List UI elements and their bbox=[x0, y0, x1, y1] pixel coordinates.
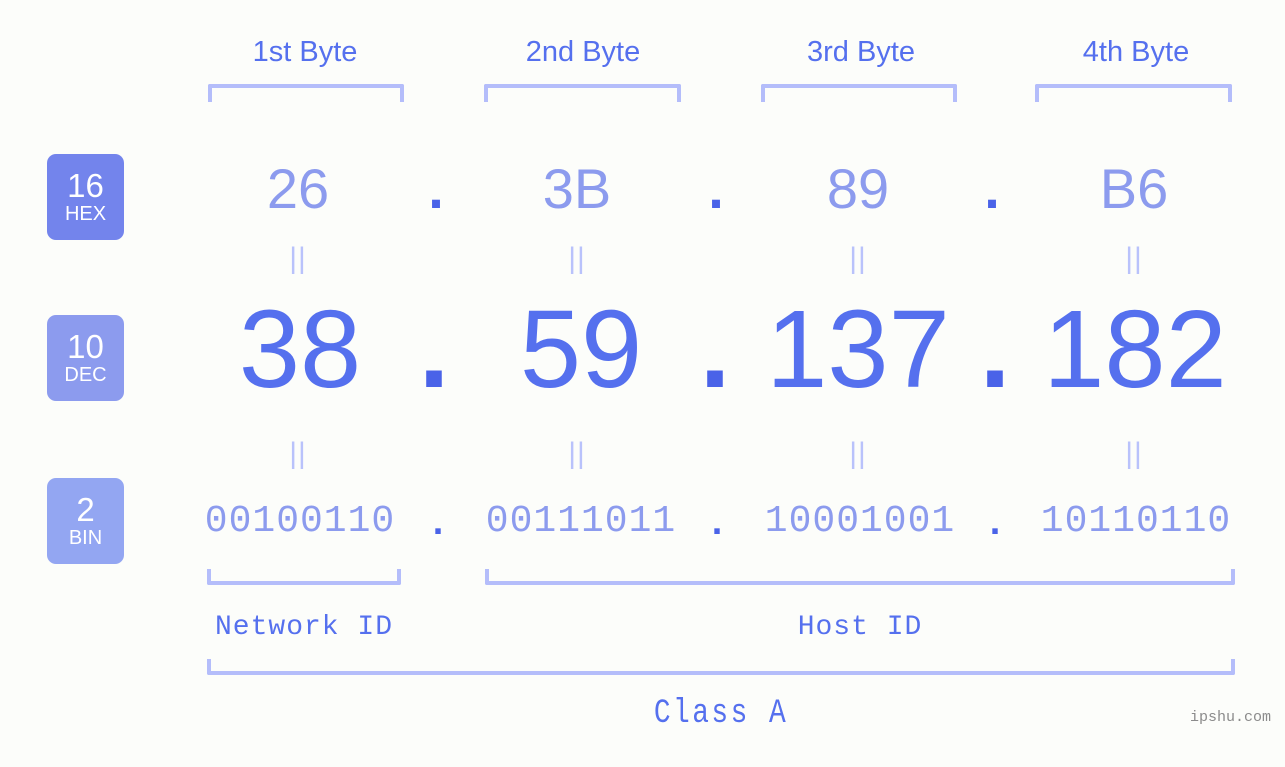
host-id-label: Host ID bbox=[797, 612, 923, 643]
base-badge-dec-number: 10 bbox=[67, 328, 104, 365]
dec-byte-1: 38 bbox=[238, 288, 362, 411]
byte-header-1: 1st Byte bbox=[252, 36, 358, 68]
byte-bracket-top-2 bbox=[484, 84, 681, 102]
network-id-label: Network ID bbox=[214, 612, 394, 643]
byte-bracket-top-1 bbox=[208, 84, 404, 102]
bin-byte-1: 00100110 bbox=[204, 500, 396, 543]
base-badge-hex: 16 HEX bbox=[47, 154, 124, 240]
network-id-bracket bbox=[207, 569, 401, 585]
byte-header-4: 4th Byte bbox=[1082, 36, 1190, 68]
bin-byte-3: 10001001 bbox=[764, 500, 956, 543]
base-badge-dec-name: DEC bbox=[64, 364, 107, 386]
equality-mark-hexdec-1: || bbox=[289, 242, 307, 275]
dec-byte-2: 59 bbox=[519, 288, 643, 411]
equality-mark-hexdec-2: || bbox=[568, 242, 586, 275]
dec-separator-1: . bbox=[418, 288, 450, 411]
byte-header-2: 2nd Byte bbox=[525, 36, 641, 68]
base-badge-bin: 2 BIN bbox=[47, 478, 124, 564]
byte-header-3: 3rd Byte bbox=[807, 36, 915, 68]
bin-byte-2: 00111011 bbox=[485, 500, 677, 543]
equality-mark-decbin-1: || bbox=[289, 437, 307, 470]
hex-separator-1: . bbox=[428, 157, 444, 220]
site-watermark: ipshu.com bbox=[1189, 709, 1271, 726]
bin-byte-4: 10110110 bbox=[1040, 500, 1232, 543]
base-badge-bin-name: BIN bbox=[68, 527, 103, 549]
hex-byte-3: 89 bbox=[826, 157, 890, 220]
host-id-bracket bbox=[485, 569, 1235, 585]
ip-address-breakdown-diagram: 1st Byte 2nd Byte 3rd Byte 4th Byte 16 H… bbox=[0, 0, 1285, 767]
hex-byte-1: 26 bbox=[266, 157, 330, 220]
equality-mark-decbin-3: || bbox=[849, 437, 867, 470]
hex-byte-4: B6 bbox=[1099, 157, 1169, 220]
bin-separator-3: . bbox=[989, 501, 1001, 543]
base-badge-dec: 10 DEC bbox=[47, 315, 124, 401]
base-badge-bin-number: 2 bbox=[76, 491, 95, 528]
hex-separator-3: . bbox=[984, 157, 1000, 220]
byte-bracket-top-3 bbox=[761, 84, 957, 102]
class-label: Class A bbox=[653, 695, 789, 733]
base-badge-hex-name: HEX bbox=[64, 203, 107, 225]
hex-separator-2: . bbox=[708, 157, 724, 220]
equality-mark-decbin-2: || bbox=[568, 437, 586, 470]
dec-byte-3: 137 bbox=[766, 288, 950, 411]
base-badge-hex-number: 16 bbox=[67, 167, 104, 204]
equality-mark-hexdec-3: || bbox=[849, 242, 867, 275]
bin-separator-2: . bbox=[711, 501, 723, 543]
hex-byte-2: 3B bbox=[542, 157, 612, 220]
equality-mark-hexdec-4: || bbox=[1125, 242, 1143, 275]
equality-mark-decbin-4: || bbox=[1125, 437, 1143, 470]
bin-separator-1: . bbox=[432, 501, 444, 543]
byte-bracket-top-4 bbox=[1035, 84, 1232, 102]
class-bracket bbox=[207, 659, 1235, 675]
dec-byte-4: 182 bbox=[1043, 288, 1227, 411]
